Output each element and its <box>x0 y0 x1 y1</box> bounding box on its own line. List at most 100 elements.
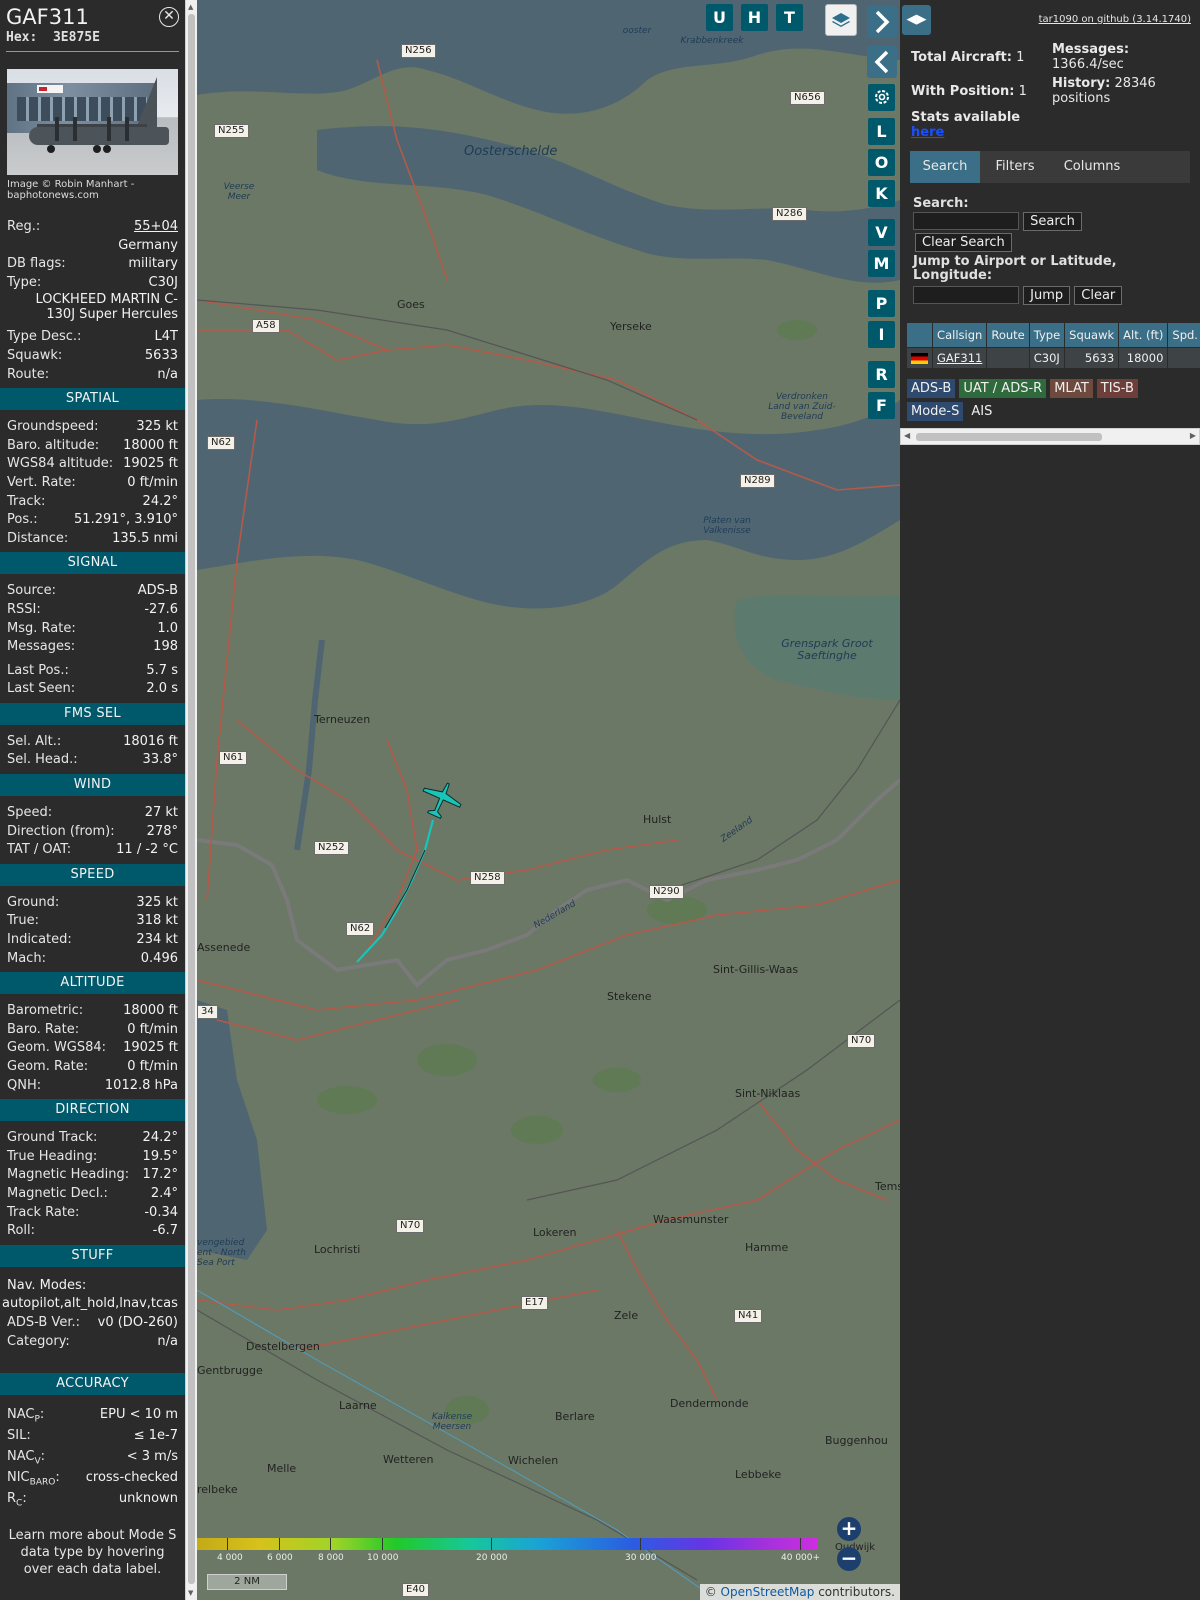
label-buggenhout: Buggenhou <box>825 1434 888 1447</box>
table-row[interactable]: GAF311 C30J 5633 18000 <box>907 346 1200 368</box>
close-icon[interactable]: ✕ <box>159 7 179 27</box>
map-button-f[interactable]: F <box>868 392 895 419</box>
map-button-t[interactable]: T <box>776 4 803 31</box>
aircraft-marker-icon[interactable] <box>419 780 463 820</box>
row-callsign[interactable]: GAF311 <box>932 346 988 368</box>
col-speed[interactable]: Spd. <box>1167 323 1200 347</box>
tab-filters[interactable]: Filters <box>980 151 1050 183</box>
col-route[interactable]: Route <box>986 323 1030 347</box>
map-button-m[interactable]: M <box>868 250 895 277</box>
rc-value: unknown <box>118 1491 178 1507</box>
wind-value: 278° <box>146 823 178 839</box>
photo-prop <box>73 117 77 141</box>
registration-link[interactable]: 55+04 <box>134 219 178 234</box>
route-value: n/a <box>157 366 178 382</box>
road-n656: N656 <box>790 91 825 105</box>
chevron-right-icon <box>875 10 890 34</box>
search-button[interactable]: Search <box>1023 212 1082 231</box>
zoom-out-icon[interactable]: − <box>837 1547 861 1571</box>
aircraft-photo[interactable] <box>7 69 178 175</box>
road-n61: N61 <box>219 751 248 765</box>
scroll-right-icon[interactable]: ▶ <box>1190 431 1196 440</box>
total-aircraft-label: Total Aircraft: <box>911 50 1012 65</box>
stuff-rows: Nav. Modes: autopilot,alt_hold,lnav,tcas… <box>0 1277 185 1351</box>
map-view[interactable]: Oosterschelde Veerse Meer Verdronken Lan… <box>197 0 900 1600</box>
map-button-k[interactable]: K <box>868 180 895 207</box>
jump-input[interactable] <box>913 286 1019 304</box>
road-n70b: N70 <box>396 1219 425 1233</box>
col-flag[interactable] <box>907 323 933 347</box>
clear-search-button[interactable]: Clear Search <box>915 233 1012 252</box>
expand-right-icon[interactable] <box>867 6 897 38</box>
map-button-h[interactable]: H <box>741 4 768 31</box>
table-horizontal-scrollbar[interactable]: ◀ ▶ <box>900 428 1200 445</box>
direction-label: Track Rate: <box>7 1204 80 1220</box>
fms-rows: Sel. Alt.: 18016 ft Sel. Head.: 33.8° <box>0 733 185 770</box>
label-kraben: Krabbenkreek <box>680 36 744 46</box>
tab-columns[interactable]: Columns <box>1050 151 1134 183</box>
route-row: Route: n/a <box>0 366 185 385</box>
spatial-value: 19025 ft <box>123 456 178 472</box>
sidebar-toggle-icon[interactable]: ◀▶ <box>902 5 931 35</box>
scroll-up-icon[interactable]: ▲ <box>188 3 193 11</box>
colorbar-tick <box>491 1538 492 1550</box>
wind-row: Direction (from): 278° <box>0 823 185 842</box>
speed-rows: Ground: 325 kt True: 318 kt Indicated: 234 kt… <box>0 894 185 968</box>
jump-button[interactable]: Jump <box>1023 286 1071 305</box>
history-label: History: <box>1052 76 1111 91</box>
scrollbar-thumb[interactable] <box>188 14 195 1584</box>
scroll-down-icon[interactable]: ▼ <box>188 1589 193 1597</box>
layers-icon[interactable] <box>825 4 857 36</box>
colorbar-label-40000: 40 000+ <box>781 1553 821 1563</box>
aircraft-table-grid: Callsign Route Type Squawk Alt. (ft) Spd… <box>907 323 1200 368</box>
version-link[interactable]: tar1090 on github (3.14.1740) <box>1039 14 1191 25</box>
col-callsign[interactable]: Callsign <box>932 323 988 347</box>
map-button-o[interactable]: O <box>868 149 895 176</box>
scroll-left-icon[interactable]: ◀ <box>904 431 910 440</box>
speed-label: Ground: <box>7 894 60 910</box>
legend-tisb: TIS-B <box>1096 379 1138 398</box>
collapse-left-icon[interactable] <box>867 46 897 78</box>
fms-label: Sel. Alt.: <box>7 733 62 749</box>
sil-label: SIL: <box>7 1428 31 1444</box>
tab-search[interactable]: Search <box>910 151 980 183</box>
photo-credit: Image © Robin Manhart - baphotonews.com <box>7 179 135 201</box>
photo-gear <box>93 145 101 153</box>
map-button-l[interactable]: L <box>868 118 895 145</box>
chevron-left-icon <box>874 50 889 74</box>
direction-label: True Heading: <box>7 1148 98 1164</box>
photo-tail <box>135 77 157 131</box>
nacp-label: NACP: <box>7 1407 45 1425</box>
wind-label: TAT / OAT: <box>7 842 72 858</box>
label-temse: Tems <box>875 1180 900 1193</box>
signal-label: Msg. Rate: <box>7 620 76 636</box>
settings-gear-icon[interactable] <box>868 84 895 111</box>
nicbaro-label-sub: BARO <box>29 1477 56 1488</box>
map-button-v[interactable]: V <box>868 219 895 246</box>
col-type[interactable]: Type <box>1029 323 1066 347</box>
speed-row: Mach: 0.496 <box>0 950 185 969</box>
map-button-u[interactable]: U <box>706 4 733 31</box>
map-button-r[interactable]: R <box>868 361 895 388</box>
spatial-row: WGS84 altitude: 19025 ft <box>0 455 185 474</box>
openstreetmap-link[interactable]: OpenStreetMap <box>721 1585 815 1599</box>
zoom-in-icon[interactable]: + <box>837 1517 861 1541</box>
stats-link[interactable]: here <box>911 125 944 140</box>
header-divider <box>6 51 179 52</box>
direction-row: Track Rate: -0.34 <box>0 1204 185 1223</box>
direction-row: Roll: -6.7 <box>0 1222 185 1241</box>
col-altitude[interactable]: Alt. (ft) <box>1118 323 1169 347</box>
hscroll-thumb[interactable] <box>916 433 1102 441</box>
search-input[interactable] <box>913 212 1019 230</box>
signal-row: Msg. Rate: 1.0 <box>0 620 185 639</box>
map-button-p[interactable]: P <box>868 290 895 317</box>
map-button-i[interactable]: I <box>868 321 895 348</box>
squawk-label: Squawk: <box>7 347 63 363</box>
speed-value: 234 kt <box>136 932 178 948</box>
col-squawk[interactable]: Squawk <box>1064 323 1120 347</box>
clear-button[interactable]: Clear <box>1074 286 1123 305</box>
with-position: With Position: 1 <box>911 84 1027 99</box>
info-panel-scrollbar[interactable]: ▲ ▼ <box>185 0 197 1600</box>
basic-info: Reg.: 55+04 Germany DB flags: military Typ… <box>0 218 185 384</box>
table-header-row: Callsign Route Type Squawk Alt. (ft) Spd… <box>907 323 1200 347</box>
